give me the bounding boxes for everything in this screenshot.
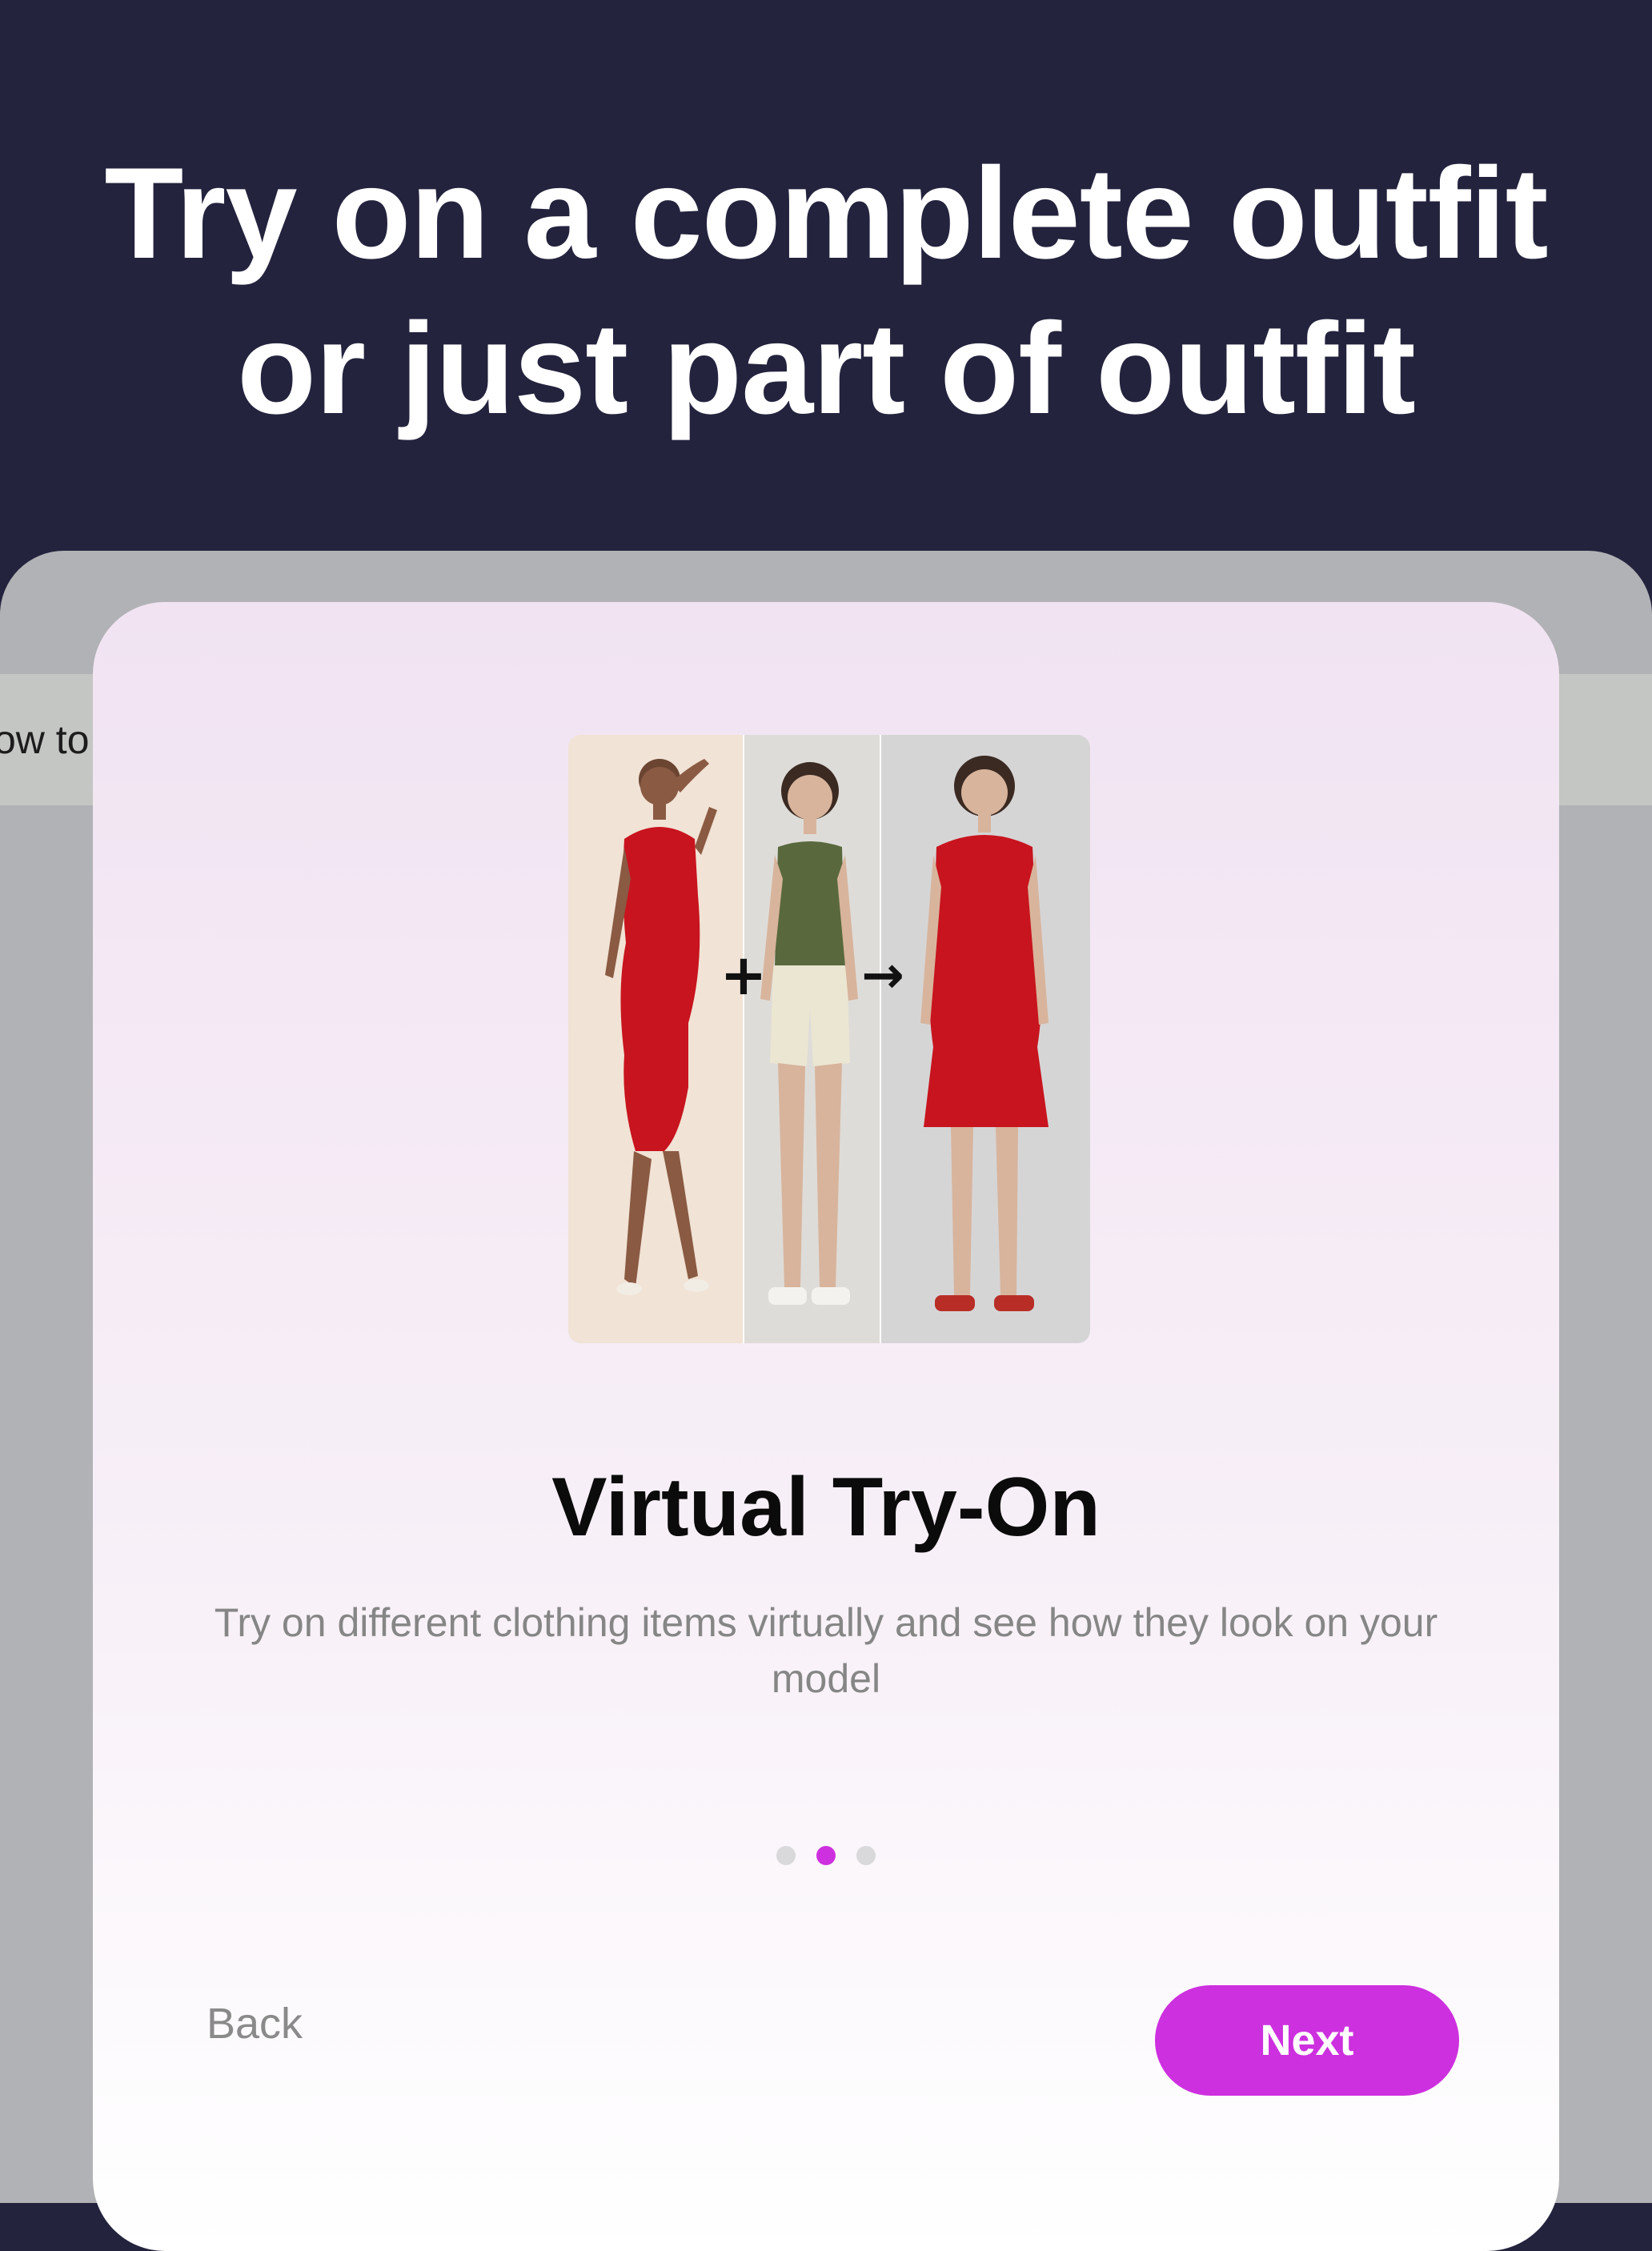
onboarding-title: Virtual Try-On [551,1461,1101,1554]
page-dot-2-active[interactable] [816,1846,836,1865]
page-dot-1[interactable] [776,1846,796,1865]
hero-title: Try on a complete outfit or just part of… [0,136,1652,447]
back-button[interactable]: Back [194,1976,315,2072]
arrow-right-icon: → [861,946,904,1005]
try-on-illustration: + → [568,735,1090,1343]
page-dot-3[interactable] [856,1846,876,1865]
next-button[interactable]: Next [1155,1985,1459,2096]
onboarding-card: + → Virtual Try-On Try on different clot… [93,602,1559,2251]
onboarding-description: Try on different clothing items virtuall… [214,1600,1438,1701]
plus-icon: + [720,942,768,1008]
hero-title-line-2: or just part of outfit [237,296,1416,441]
background-banner-text: ow to [0,717,90,762]
hero-title-line-1: Try on a complete outfit [104,141,1548,286]
page-indicator [93,1846,1559,1865]
